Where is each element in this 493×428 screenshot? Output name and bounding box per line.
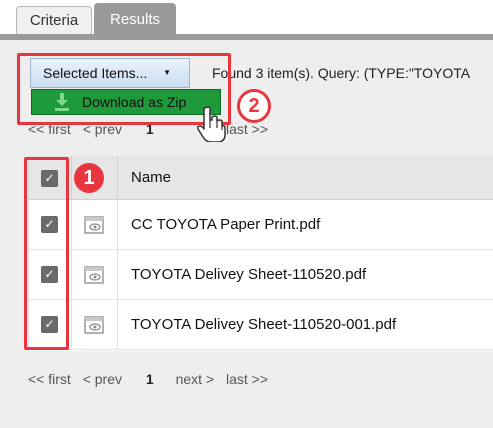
row-icon-cell xyxy=(71,250,118,299)
annotation-highlight-checkboxes xyxy=(24,157,69,350)
pager-first-link[interactable]: << first xyxy=(28,371,71,387)
file-name[interactable]: CC TOYOTA Paper Print.pdf xyxy=(131,200,320,249)
pager-last-link[interactable]: last >> xyxy=(226,371,268,387)
column-header-name[interactable]: Name xyxy=(131,156,171,199)
tab-results[interactable]: Results xyxy=(94,3,176,35)
preview-icon[interactable] xyxy=(83,215,105,235)
file-name[interactable]: TOYOTA Delivey Sheet-110520-001.pdf xyxy=(131,300,396,349)
pager-current-page: 1 xyxy=(145,371,154,387)
table-row[interactable]: ✓ CC TOYOTA Paper Print.pdf xyxy=(29,200,493,250)
pager-prev-link[interactable]: < prev xyxy=(83,371,122,387)
preview-icon[interactable] xyxy=(83,315,105,335)
pager-last-link[interactable]: last >> xyxy=(226,121,268,137)
row-icon-cell xyxy=(71,200,118,249)
tab-criteria[interactable]: Criteria xyxy=(16,6,92,35)
step-badge-1: 1 xyxy=(74,163,104,193)
table-row[interactable]: ✓ TOYOTA Delivey Sheet-110520.pdf xyxy=(29,250,493,300)
pager-next-link[interactable]: next > xyxy=(176,371,215,387)
pager-bottom: << first < prev 1 next > last >> xyxy=(28,371,276,387)
found-results-text: Found 3 item(s). Query: (TYPE:"TOYOTA xyxy=(212,65,471,81)
table-row[interactable]: ✓ TOYOTA Delivey Sheet-110520-001.pdf xyxy=(29,300,493,350)
row-icon-cell xyxy=(71,300,118,349)
file-name[interactable]: TOYOTA Delivey Sheet-110520.pdf xyxy=(131,250,366,299)
preview-icon[interactable] xyxy=(83,265,105,285)
step-badge-2: 2 xyxy=(237,89,271,123)
hand-pointer-icon xyxy=(197,106,226,142)
